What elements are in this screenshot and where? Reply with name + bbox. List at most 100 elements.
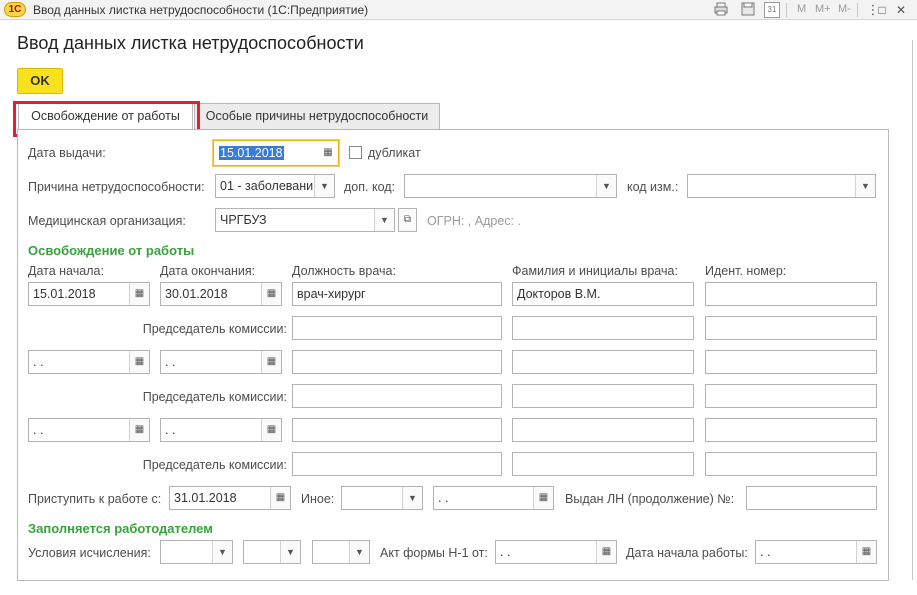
condition-select-2[interactable]: ▼ bbox=[243, 540, 301, 564]
end-date-value: . . bbox=[165, 423, 176, 437]
other-label: Иное: bbox=[301, 492, 335, 506]
med-org-select[interactable]: ЧРГБУЗ ▼ bbox=[215, 208, 395, 232]
doctor-position-field[interactable] bbox=[292, 418, 502, 442]
duplicate-label: дубликат bbox=[368, 146, 421, 160]
col-doctor-position-label: Должность врача: bbox=[292, 264, 396, 278]
end-date-field[interactable]: . . ▦ bbox=[160, 418, 282, 442]
chairman-ident-field[interactable] bbox=[705, 452, 877, 476]
extra-code-select[interactable]: ▼ bbox=[404, 174, 617, 198]
start-date-field[interactable]: . . ▦ bbox=[28, 350, 150, 374]
end-date-field[interactable]: . . ▦ bbox=[160, 350, 282, 374]
calendar-icon[interactable]: ▦ bbox=[856, 541, 876, 563]
chairman-ident-field[interactable] bbox=[705, 384, 877, 408]
calendar-icon[interactable]: ▦ bbox=[261, 351, 281, 373]
issue-date-value: 15.01.2018 bbox=[219, 146, 284, 160]
calendar-icon[interactable]: ▦ bbox=[533, 487, 553, 509]
close-icon[interactable]: ✕ bbox=[893, 2, 909, 18]
return-to-work-label: Приступить к работе с: bbox=[28, 492, 162, 506]
open-link-icon[interactable]: ⧉ bbox=[398, 208, 417, 232]
release-section-title: Освобождение от работы bbox=[28, 243, 195, 258]
ident-number-field[interactable] bbox=[705, 350, 877, 374]
act-date-field[interactable]: . . ▦ bbox=[495, 540, 617, 564]
window-title: Ввод данных листка нетрудоспособности (1… bbox=[33, 3, 369, 17]
med-org-value: ЧРГБУЗ bbox=[220, 213, 267, 227]
doctor-name-field[interactable]: Докторов В.М. bbox=[512, 282, 694, 306]
chairman-position-field[interactable] bbox=[292, 316, 502, 340]
change-code-select[interactable]: ▼ bbox=[687, 174, 876, 198]
return-date-value: 31.01.2018 bbox=[174, 491, 237, 505]
issue-date-label: Дата выдачи: bbox=[28, 146, 106, 160]
end-date-field[interactable]: 30.01.2018 ▦ bbox=[160, 282, 282, 306]
med-org-label: Медицинская организация: bbox=[28, 214, 186, 228]
calendar-icon[interactable]: ▦ bbox=[129, 351, 149, 373]
col-doctor-name-label: Фамилия и инициалы врача: bbox=[512, 264, 678, 278]
reason-value: 01 - заболевани bbox=[220, 179, 314, 193]
duplicate-checkbox[interactable] bbox=[349, 146, 362, 159]
extra-code-label: доп. код: bbox=[344, 180, 396, 194]
employer-section-title: Заполняется работодателем bbox=[28, 521, 213, 536]
doctor-position-field[interactable] bbox=[292, 350, 502, 374]
work-start-date-value: . . bbox=[760, 545, 771, 559]
chairman-name-field[interactable] bbox=[512, 316, 694, 340]
form-heading: Ввод данных листка нетрудоспособности bbox=[17, 33, 364, 53]
memory-button[interactable]: M bbox=[797, 3, 806, 15]
start-date-field[interactable]: . . ▦ bbox=[28, 418, 150, 442]
condition-select-3[interactable]: ▼ bbox=[312, 540, 370, 564]
calendar-toolbar-icon[interactable]: 31 bbox=[764, 2, 780, 18]
memory-minus-button[interactable]: M- bbox=[838, 3, 851, 15]
start-date-value: 15.01.2018 bbox=[33, 287, 96, 301]
reason-select[interactable]: 01 - заболевани ▼ bbox=[215, 174, 335, 198]
conditions-label: Условия исчисления: bbox=[28, 546, 151, 560]
calendar-icon[interactable]: ▦ bbox=[270, 487, 290, 509]
maximize-icon[interactable]: □ bbox=[874, 2, 890, 18]
dropdown-arrow-icon[interactable]: ▼ bbox=[314, 175, 334, 197]
start-date-value: . . bbox=[33, 423, 44, 437]
issued-ln-field[interactable] bbox=[746, 486, 877, 510]
ident-number-field[interactable] bbox=[705, 282, 877, 306]
dropdown-arrow-icon[interactable]: ▼ bbox=[402, 487, 422, 509]
reason-label: Причина нетрудоспособности: bbox=[28, 180, 205, 194]
dropdown-arrow-icon[interactable]: ▼ bbox=[855, 175, 875, 197]
other-select[interactable]: ▼ bbox=[341, 486, 423, 510]
work-start-date-field[interactable]: . . ▦ bbox=[755, 540, 877, 564]
ogrn-address-text: ОГРН: , Адрес: . bbox=[427, 214, 521, 228]
toolbar-divider bbox=[786, 3, 787, 17]
chairman-position-field[interactable] bbox=[292, 452, 502, 476]
other-date-field[interactable]: . . ▦ bbox=[433, 486, 554, 510]
issue-date-field[interactable]: 15.01.2018 ▦ bbox=[213, 140, 339, 166]
doctor-name-field[interactable] bbox=[512, 418, 694, 442]
calendar-icon[interactable]: ▦ bbox=[129, 419, 149, 441]
chairman-label: Председатель комиссии: bbox=[142, 390, 287, 404]
doctor-position-field[interactable]: врач-хирург bbox=[292, 282, 502, 306]
calendar-icon[interactable]: ▦ bbox=[129, 283, 149, 305]
condition-select-1[interactable]: ▼ bbox=[160, 540, 233, 564]
toolbar-divider bbox=[857, 3, 858, 17]
chairman-name-field[interactable] bbox=[512, 452, 694, 476]
dropdown-arrow-icon[interactable]: ▼ bbox=[596, 175, 616, 197]
save-icon[interactable] bbox=[740, 2, 756, 18]
end-date-value: . . bbox=[165, 355, 176, 369]
issued-ln-label: Выдан ЛН (продолжение) №: bbox=[565, 492, 735, 506]
window-right-edge bbox=[912, 40, 913, 580]
dropdown-arrow-icon[interactable]: ▼ bbox=[212, 541, 232, 563]
tab-special-reasons[interactable]: Особые причины нетрудоспособности bbox=[194, 103, 440, 129]
doctor-name-field[interactable] bbox=[512, 350, 694, 374]
print-icon[interactable] bbox=[713, 2, 729, 18]
col-end-date-label: Дата окончания: bbox=[160, 264, 256, 278]
act-date-value: . . bbox=[500, 545, 511, 559]
calendar-icon[interactable]: ▦ bbox=[261, 419, 281, 441]
chairman-name-field[interactable] bbox=[512, 384, 694, 408]
dropdown-arrow-icon[interactable]: ▼ bbox=[280, 541, 300, 563]
chairman-ident-field[interactable] bbox=[705, 316, 877, 340]
dropdown-arrow-icon[interactable]: ▼ bbox=[374, 209, 394, 231]
calendar-icon[interactable]: ▦ bbox=[596, 541, 616, 563]
memory-plus-button[interactable]: M+ bbox=[815, 3, 831, 15]
calendar-icon[interactable]: ▦ bbox=[318, 141, 338, 165]
start-date-field[interactable]: 15.01.2018 ▦ bbox=[28, 282, 150, 306]
calendar-icon[interactable]: ▦ bbox=[261, 283, 281, 305]
return-date-field[interactable]: 31.01.2018 ▦ bbox=[169, 486, 291, 510]
chairman-position-field[interactable] bbox=[292, 384, 502, 408]
ident-number-field[interactable] bbox=[705, 418, 877, 442]
dropdown-arrow-icon[interactable]: ▼ bbox=[349, 541, 369, 563]
ok-button[interactable]: OK bbox=[17, 68, 63, 94]
